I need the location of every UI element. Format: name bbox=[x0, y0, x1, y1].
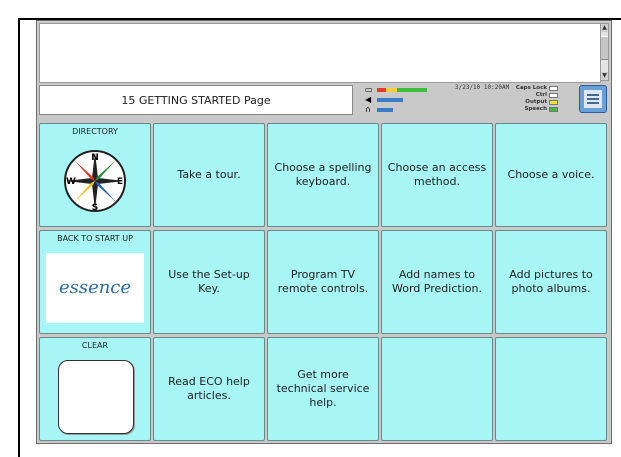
speech-indicator: Speech bbox=[501, 106, 559, 113]
svg-text:W: W bbox=[66, 177, 76, 187]
status-bar: 15 GETTING STARTED Page ▭ ◀ ∩ 3/23/10 10… bbox=[39, 84, 609, 119]
back-to-start-up-key[interactable]: BACK TO START UP essence bbox=[39, 230, 151, 334]
eco-help-articles-key[interactable]: Read ECO help articles. bbox=[153, 337, 265, 441]
program-tv-remote-key[interactable]: Program TV remote controls. bbox=[267, 230, 379, 334]
eco-device-screen: ▲ ▼ 15 GETTING STARTED Page ▭ ◀ ∩ 3/23/1… bbox=[36, 20, 612, 444]
clear-box-icon bbox=[58, 360, 134, 434]
photo-albums-key[interactable]: Add pictures to photo albums. bbox=[495, 230, 607, 334]
indicator-panel: Caps Lock Ctrl Output Speech bbox=[501, 85, 559, 113]
essence-logo: essence bbox=[46, 253, 144, 323]
battery-level-bar bbox=[377, 88, 427, 92]
headphone-volume-bar bbox=[377, 108, 393, 112]
clear-key[interactable]: CLEAR bbox=[39, 337, 151, 441]
ctrl-indicator: Ctrl bbox=[501, 92, 559, 99]
caps-lock-box bbox=[549, 86, 558, 91]
directory-key[interactable]: DIRECTORY N S W E bbox=[39, 123, 151, 227]
menu-icon bbox=[584, 90, 602, 108]
speaker-volume-bar bbox=[377, 98, 403, 102]
svg-text:E: E bbox=[117, 177, 123, 187]
menu-button[interactable] bbox=[579, 85, 607, 113]
svg-text:N: N bbox=[91, 153, 99, 163]
scroll-down-arrow-icon[interactable]: ▼ bbox=[601, 72, 608, 80]
scroll-thumb[interactable] bbox=[601, 36, 608, 60]
technical-service-help-key[interactable]: Get more technical service help. bbox=[267, 337, 379, 441]
battery-icon: ▭ bbox=[365, 85, 373, 94]
output-indicator: Output bbox=[501, 99, 559, 106]
empty-key-2[interactable] bbox=[495, 337, 607, 441]
scroll-up-arrow-icon[interactable]: ▲ bbox=[601, 24, 608, 32]
message-scrollbar[interactable]: ▲ ▼ bbox=[600, 23, 609, 81]
back-to-start-up-label: BACK TO START UP bbox=[57, 234, 133, 243]
choose-access-method-key[interactable]: Choose an access method. bbox=[381, 123, 493, 227]
choose-voice-key[interactable]: Choose a voice. bbox=[495, 123, 607, 227]
key-grid: DIRECTORY N S W E Take a tour. Choose a … bbox=[39, 123, 609, 441]
compass-icon: N S W E bbox=[64, 150, 126, 213]
take-a-tour-key[interactable]: Take a tour. bbox=[153, 123, 265, 227]
svg-text:S: S bbox=[92, 203, 98, 213]
clear-label: CLEAR bbox=[81, 341, 109, 350]
setup-key-key[interactable]: Use the Set-up Key. bbox=[153, 230, 265, 334]
speaker-icon: ◀ bbox=[365, 95, 372, 104]
choose-spelling-keyboard-key[interactable]: Choose a spelling keyboard. bbox=[267, 123, 379, 227]
message-window[interactable] bbox=[39, 23, 601, 83]
caps-lock-indicator: Caps Lock bbox=[501, 85, 559, 92]
directory-label: DIRECTORY bbox=[72, 127, 118, 136]
empty-key-1[interactable] bbox=[381, 337, 493, 441]
output-box bbox=[549, 100, 558, 105]
ctrl-box bbox=[549, 93, 558, 98]
word-prediction-names-key[interactable]: Add names to Word Prediction. bbox=[381, 230, 493, 334]
headphones-icon: ∩ bbox=[365, 105, 371, 114]
speech-box bbox=[549, 107, 558, 112]
page-title: 15 GETTING STARTED Page bbox=[39, 85, 353, 115]
status-meters: ▭ ◀ ∩ 3/23/10 10:20AM Caps Lock Ctrl Out… bbox=[365, 84, 561, 115]
